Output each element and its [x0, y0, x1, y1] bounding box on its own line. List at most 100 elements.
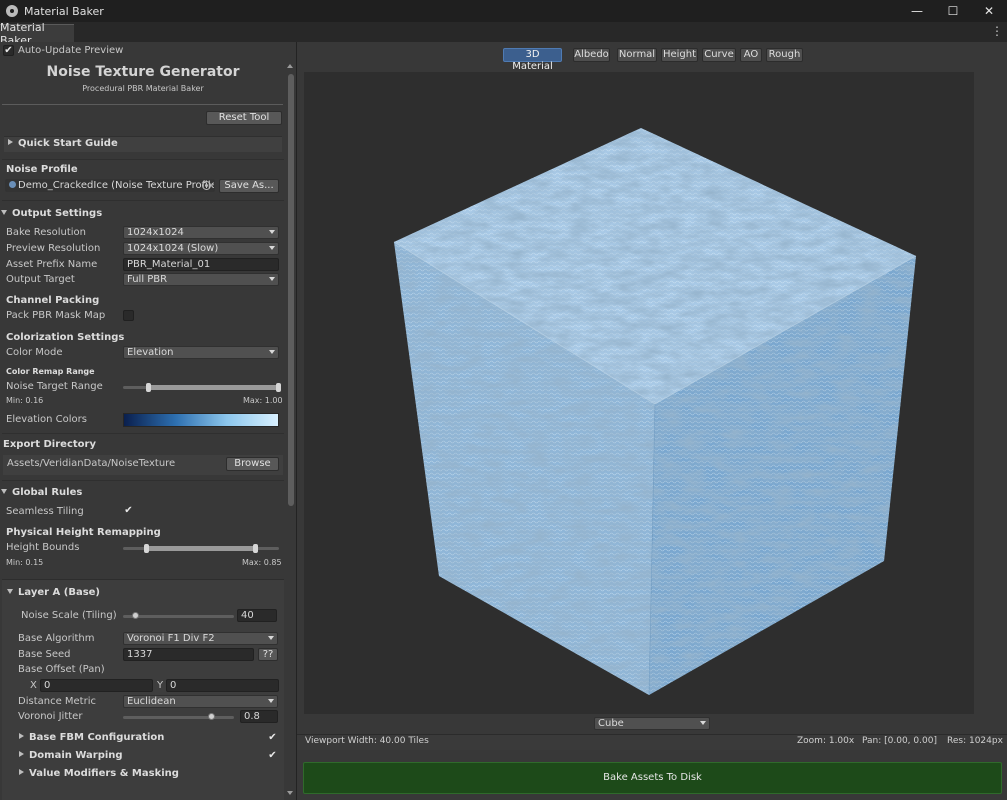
random-seed-button[interactable]: ??: [258, 648, 278, 661]
tab-bar: Material Baker ⋮: [0, 21, 1007, 47]
noise-target-min-label: Min: 0.16: [6, 396, 44, 405]
divider: [2, 433, 284, 434]
chevron-down-icon: [269, 350, 275, 354]
scrollbar-thumb[interactable]: [288, 74, 294, 506]
domain-warping-label: Domain Warping: [29, 750, 123, 761]
noise-profile-field[interactable]: Demo_CrackedIce (Noise Texture Profile): [5, 179, 215, 192]
maximize-icon[interactable]: ☐: [935, 0, 971, 22]
profile-icon: [9, 181, 16, 188]
reset-tool-button[interactable]: Reset Tool: [206, 111, 282, 125]
height-bounds-max-handle[interactable]: [252, 544, 258, 553]
chevron-down-icon: [268, 699, 274, 703]
check-icon: ✔: [268, 732, 277, 743]
3d-viewport[interactable]: [304, 72, 974, 714]
noise-scale-track[interactable]: [123, 615, 234, 618]
chevron-down-icon: [700, 721, 706, 725]
minimize-icon[interactable]: —: [899, 0, 935, 22]
noise-target-range-fill: [147, 385, 279, 390]
tab-curve[interactable]: Curve: [702, 48, 736, 62]
output-target-label: Output Target: [6, 274, 75, 285]
tab-material-baker[interactable]: Material Baker: [0, 21, 74, 47]
fbm-label: Base FBM Configuration: [29, 732, 165, 743]
bake-assets-button[interactable]: Bake Assets To Disk: [303, 762, 1002, 794]
tab-normal[interactable]: Normal: [617, 48, 657, 62]
bake-resolution-dropdown[interactable]: 1024x1024: [123, 226, 279, 239]
tab-rough[interactable]: Rough: [766, 48, 803, 62]
global-rules-label: Global Rules: [12, 487, 83, 498]
fbm-foldout[interactable]: Base FBM Configuration: [19, 732, 164, 743]
noise-target-max-handle[interactable]: [276, 383, 281, 392]
divider: [2, 200, 284, 201]
save-as-button[interactable]: Save As...: [219, 179, 279, 193]
layer-a-header[interactable]: Layer A (Base): [7, 587, 100, 598]
app-icon: [6, 5, 18, 17]
quick-start-foldout[interactable]: Quick Start Guide: [4, 136, 282, 152]
viewport-width-text: Viewport Width: 40.00 Tiles: [305, 736, 429, 746]
asset-prefix-input[interactable]: PBR_Material_01: [123, 258, 279, 271]
offset-y-input[interactable]: 0: [166, 679, 279, 692]
distance-metric-value: Euclidean: [127, 696, 176, 707]
distance-metric-dropdown[interactable]: Euclidean: [123, 695, 278, 708]
chevron-right-icon: [8, 139, 13, 145]
voronoi-jitter-track[interactable]: [123, 716, 234, 719]
cube-preview: [393, 128, 917, 696]
chevron-right-icon: [19, 733, 24, 739]
offset-x-input[interactable]: 0: [40, 679, 153, 692]
noise-target-min-handle[interactable]: [145, 383, 151, 392]
base-algorithm-dropdown[interactable]: Voronoi F1 Div F2: [123, 632, 278, 645]
color-mode-dropdown[interactable]: Elevation: [123, 346, 279, 359]
pack-mask-checkbox[interactable]: [123, 310, 134, 321]
noise-scale-input[interactable]: 40: [237, 609, 277, 622]
seamless-tiling-checkbox[interactable]: ✔: [123, 505, 134, 516]
auto-update-checkbox[interactable]: ✔: [3, 45, 14, 56]
height-bounds-min-handle[interactable]: [144, 544, 150, 553]
global-rules-header[interactable]: Global Rules: [1, 487, 82, 498]
preview-resolution-value: 1024x1024 (Slow): [127, 243, 219, 254]
offset-x-label: X: [30, 680, 37, 691]
base-algorithm-value: Voronoi F1 Div F2: [127, 633, 215, 644]
scroll-down-icon[interactable]: [287, 791, 293, 795]
pan-text: Pan: [0.00, 0.00]: [862, 736, 937, 746]
chevron-down-icon: [269, 246, 275, 250]
output-settings-header[interactable]: Output Settings: [1, 208, 102, 219]
output-target-dropdown[interactable]: Full PBR: [123, 273, 279, 286]
inspector-scrollbar[interactable]: [286, 64, 295, 800]
domain-warping-checkbox[interactable]: ✔: [267, 750, 278, 761]
check-icon: ✔: [4, 45, 13, 56]
tab-3d-material[interactable]: 3D Material: [503, 48, 562, 72]
noise-target-max-label: Max: 1.00: [243, 396, 283, 405]
pack-mask-label: Pack PBR Mask Map: [6, 310, 106, 321]
tab-ao[interactable]: AO: [740, 48, 762, 62]
voronoi-jitter-input[interactable]: 0.8: [240, 710, 278, 723]
voronoi-jitter-handle[interactable]: [207, 713, 215, 720]
scroll-up-icon[interactable]: [287, 64, 293, 68]
color-mode-label: Color Mode: [6, 347, 63, 358]
modifiers-label: Value Modifiers & Masking: [29, 768, 179, 779]
domain-warping-foldout[interactable]: Domain Warping: [19, 750, 123, 761]
base-seed-input[interactable]: 1337: [123, 648, 254, 661]
offset-y-label: Y: [157, 680, 164, 691]
export-directory-header: Export Directory: [3, 439, 96, 450]
height-bounds-label: Height Bounds: [6, 542, 80, 553]
fbm-checkbox[interactable]: ✔: [267, 732, 278, 743]
mesh-dropdown[interactable]: Cube: [594, 717, 710, 730]
base-algorithm-label: Base Algorithm: [18, 633, 95, 644]
inspector-panel: ✔ Auto-Update Preview Noise Texture Gene…: [0, 42, 296, 800]
base-offset-label: Base Offset (Pan): [18, 664, 105, 675]
close-icon[interactable]: ✕: [971, 0, 1007, 22]
tab-height[interactable]: Height: [661, 48, 698, 62]
distance-metric-label: Distance Metric: [18, 696, 96, 707]
preview-resolution-dropdown[interactable]: 1024x1024 (Slow): [123, 242, 279, 255]
output-settings-label: Output Settings: [12, 208, 103, 219]
divider: [2, 104, 283, 105]
elevation-gradient[interactable]: [123, 413, 279, 427]
object-picker-icon[interactable]: [202, 181, 211, 190]
color-remap-header: Color Remap Range: [6, 367, 95, 376]
kebab-icon[interactable]: ⋮: [991, 24, 1003, 38]
height-bounds-min-label: Min: 0.15: [6, 558, 44, 567]
tab-albedo[interactable]: Albedo: [573, 48, 610, 62]
noise-profile-header: Noise Profile: [6, 164, 78, 175]
modifiers-foldout[interactable]: Value Modifiers & Masking: [19, 768, 179, 779]
mesh-value: Cube: [598, 718, 624, 729]
browse-button[interactable]: Browse: [226, 457, 279, 471]
